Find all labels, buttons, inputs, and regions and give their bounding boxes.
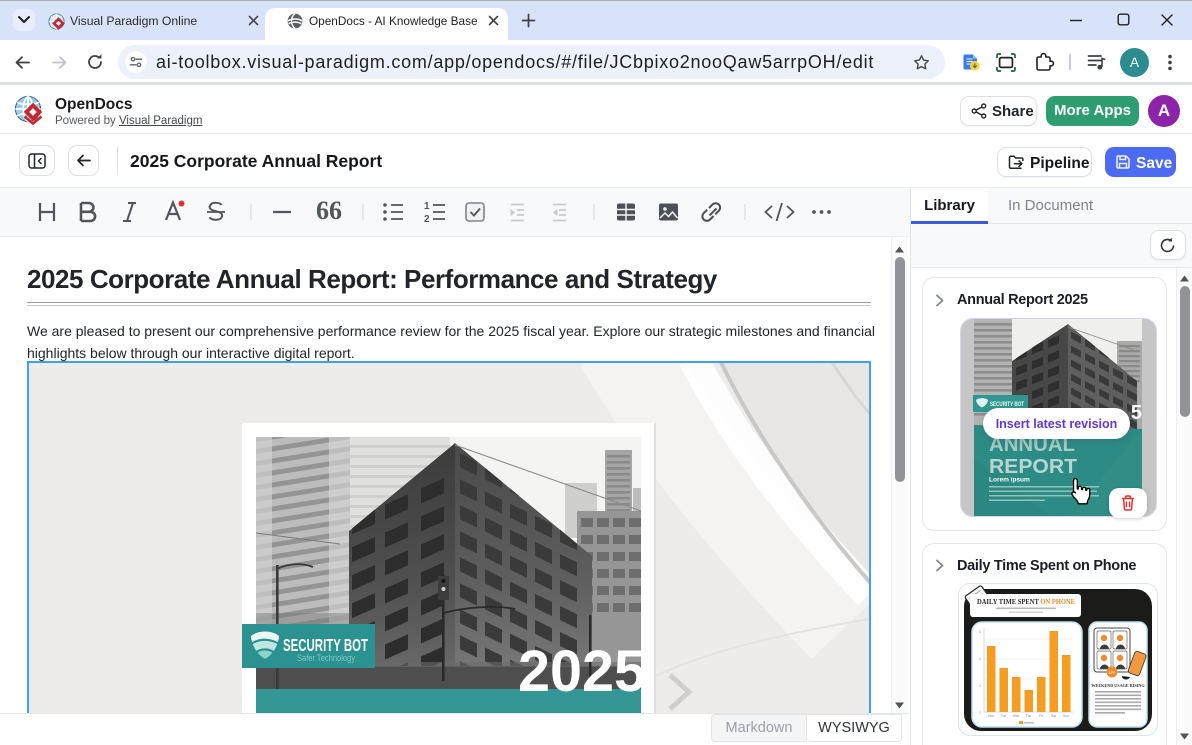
svg-text:Thu: Thu — [1026, 714, 1032, 718]
svg-text:APP: APP — [1108, 671, 1116, 675]
svg-text:WEEKEND USAGE RISING: WEEKEND USAGE RISING — [1091, 683, 1145, 688]
svg-text:SECURITY BOT: SECURITY BOT — [990, 401, 1024, 408]
svg-text:4: 4 — [979, 684, 981, 688]
svg-text:DAILY TIME SPENT ON PHONE: DAILY TIME SPENT ON PHONE — [977, 598, 1075, 606]
svg-text:2025: 2025 — [518, 639, 646, 704]
svg-text:Sat: Sat — [1051, 714, 1056, 718]
svg-text:Lorem ipsum: Lorem ipsum — [989, 477, 1030, 484]
svg-text:66: 66 — [316, 196, 342, 225]
svg-text:Sun: Sun — [1063, 714, 1069, 718]
svg-text:1: 1 — [424, 201, 430, 212]
svg-text:SECURITY BOT: SECURITY BOT — [283, 635, 368, 655]
svg-text:6: 6 — [979, 657, 981, 661]
svg-text:5: 5 — [1131, 402, 1142, 424]
svg-text:Wed: Wed — [1013, 714, 1020, 718]
svg-text:8: 8 — [979, 630, 981, 634]
svg-text:REPORT: REPORT — [989, 456, 1077, 478]
svg-text:Tue: Tue — [1001, 714, 1007, 718]
svg-text:2: 2 — [979, 711, 981, 715]
svg-text:Safer Technology: Safer Technology — [297, 653, 355, 663]
svg-text:Mon: Mon — [988, 714, 994, 718]
svg-text:Fri: Fri — [1039, 714, 1043, 718]
svg-text:2: 2 — [424, 214, 430, 225]
